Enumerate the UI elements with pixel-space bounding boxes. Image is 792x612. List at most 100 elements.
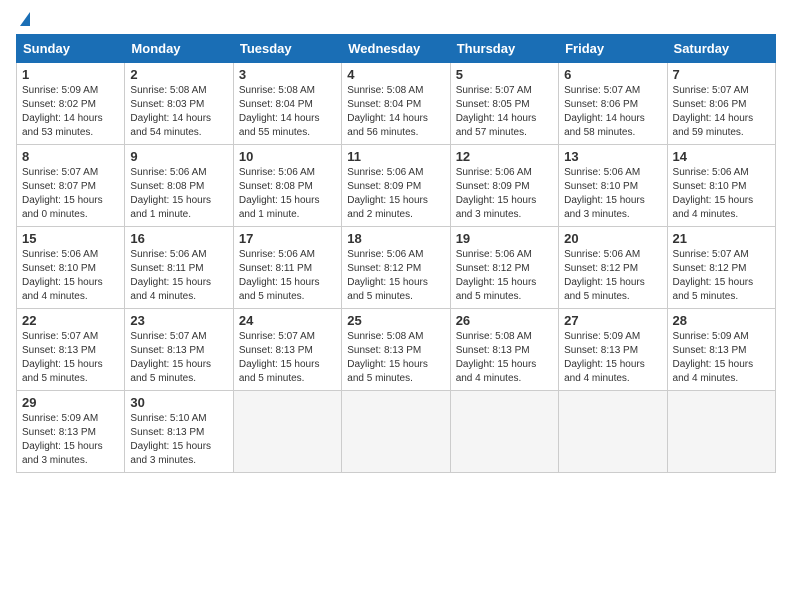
day-number: 13: [564, 149, 661, 164]
day-info: Sunrise: 5:09 AM Sunset: 8:13 PM Dayligh…: [22, 412, 119, 468]
calendar-day-cell: 11 Sunrise: 5:06 AM Sunset: 8:09 PM Dayli…: [342, 145, 450, 227]
calendar-day-cell: 18 Sunrise: 5:06 AM Sunset: 8:12 PM Dayli…: [342, 227, 450, 309]
day-info: Sunrise: 5:07 AM Sunset: 8:13 PM Dayligh…: [22, 330, 119, 386]
logo-triangle-icon: [20, 12, 30, 26]
calendar-day-cell: 8 Sunrise: 5:07 AM Sunset: 8:07 PM Daylig…: [17, 145, 125, 227]
calendar-day-cell: 29 Sunrise: 5:09 AM Sunset: 8:13 PM Dayli…: [17, 391, 125, 473]
day-info: Sunrise: 5:06 AM Sunset: 8:10 PM Dayligh…: [564, 166, 661, 222]
day-number: 1: [22, 67, 119, 82]
day-number: 4: [347, 67, 444, 82]
calendar-day-cell: 21Sunrise: 5:07 AM Sunset: 8:12 PM Dayli…: [667, 227, 775, 309]
calendar-day-cell: [559, 391, 667, 473]
day-info: Sunrise: 5:06 AM Sunset: 8:09 PM Dayligh…: [456, 166, 553, 222]
day-number: 2: [130, 67, 227, 82]
day-number: 17: [239, 231, 336, 246]
day-info: Sunrise: 5:07 AM Sunset: 8:06 PM Dayligh…: [564, 84, 661, 140]
day-info: Sunrise: 5:06 AM Sunset: 8:11 PM Dayligh…: [239, 248, 336, 304]
day-of-week-header: Saturday: [667, 35, 775, 63]
calendar-day-cell: 15 Sunrise: 5:06 AM Sunset: 8:10 PM Dayli…: [17, 227, 125, 309]
day-info: Sunrise: 5:07 AM Sunset: 8:13 PM Dayligh…: [239, 330, 336, 386]
day-info: Sunrise: 5:10 AM Sunset: 8:13 PM Dayligh…: [130, 412, 227, 468]
calendar-week-row: 8 Sunrise: 5:07 AM Sunset: 8:07 PM Daylig…: [17, 145, 776, 227]
calendar-header-row: SundayMondayTuesdayWednesdayThursdayFrid…: [17, 35, 776, 63]
day-info: Sunrise: 5:08 AM Sunset: 8:03 PM Dayligh…: [130, 84, 227, 140]
day-info: Sunrise: 5:07 AM Sunset: 8:13 PM Dayligh…: [130, 330, 227, 386]
day-number: 14: [673, 149, 770, 164]
day-info: Sunrise: 5:07 AM Sunset: 8:07 PM Dayligh…: [22, 166, 119, 222]
day-info: Sunrise: 5:08 AM Sunset: 8:04 PM Dayligh…: [239, 84, 336, 140]
calendar-body: 1Sunrise: 5:09 AM Sunset: 8:02 PM Daylig…: [17, 63, 776, 473]
day-info: Sunrise: 5:07 AM Sunset: 8:05 PM Dayligh…: [456, 84, 553, 140]
calendar-day-cell: 27 Sunrise: 5:09 AM Sunset: 8:13 PM Dayli…: [559, 309, 667, 391]
day-number: 10: [239, 149, 336, 164]
day-info: Sunrise: 5:06 AM Sunset: 8:09 PM Dayligh…: [347, 166, 444, 222]
day-number: 28: [673, 313, 770, 328]
day-number: 25: [347, 313, 444, 328]
calendar-day-cell: 6 Sunrise: 5:07 AM Sunset: 8:06 PM Daylig…: [559, 63, 667, 145]
calendar-day-cell: 2 Sunrise: 5:08 AM Sunset: 8:03 PM Daylig…: [125, 63, 233, 145]
day-info: Sunrise: 5:08 AM Sunset: 8:13 PM Dayligh…: [456, 330, 553, 386]
day-number: 29: [22, 395, 119, 410]
calendar-day-cell: 19Sunrise: 5:06 AM Sunset: 8:12 PM Dayli…: [450, 227, 558, 309]
calendar-day-cell: 25 Sunrise: 5:08 AM Sunset: 8:13 PM Dayli…: [342, 309, 450, 391]
day-info: Sunrise: 5:06 AM Sunset: 8:08 PM Dayligh…: [239, 166, 336, 222]
calendar-day-cell: 17 Sunrise: 5:06 AM Sunset: 8:11 PM Dayli…: [233, 227, 341, 309]
calendar-day-cell: 30 Sunrise: 5:10 AM Sunset: 8:13 PM Dayli…: [125, 391, 233, 473]
day-info: Sunrise: 5:06 AM Sunset: 8:12 PM Dayligh…: [347, 248, 444, 304]
day-number: 23: [130, 313, 227, 328]
calendar-day-cell: 1Sunrise: 5:09 AM Sunset: 8:02 PM Daylig…: [17, 63, 125, 145]
page-header: [16, 16, 776, 26]
day-number: 8: [22, 149, 119, 164]
calendar-day-cell: 5 Sunrise: 5:07 AM Sunset: 8:05 PM Daylig…: [450, 63, 558, 145]
day-info: Sunrise: 5:07 AM Sunset: 8:12 PM Dayligh…: [673, 248, 770, 304]
day-number: 6: [564, 67, 661, 82]
calendar-day-cell: [233, 391, 341, 473]
calendar-day-cell: 7 Sunrise: 5:07 AM Sunset: 8:06 PM Daylig…: [667, 63, 775, 145]
day-number: 15: [22, 231, 119, 246]
day-info: Sunrise: 5:07 AM Sunset: 8:06 PM Dayligh…: [673, 84, 770, 140]
day-number: 7: [673, 67, 770, 82]
calendar-week-row: 15 Sunrise: 5:06 AM Sunset: 8:10 PM Dayli…: [17, 227, 776, 309]
calendar-day-cell: 23 Sunrise: 5:07 AM Sunset: 8:13 PM Dayli…: [125, 309, 233, 391]
calendar-week-row: 22Sunrise: 5:07 AM Sunset: 8:13 PM Dayli…: [17, 309, 776, 391]
calendar-day-cell: 26 Sunrise: 5:08 AM Sunset: 8:13 PM Dayli…: [450, 309, 558, 391]
day-info: Sunrise: 5:06 AM Sunset: 8:10 PM Dayligh…: [22, 248, 119, 304]
day-info: Sunrise: 5:08 AM Sunset: 8:04 PM Dayligh…: [347, 84, 444, 140]
day-of-week-header: Friday: [559, 35, 667, 63]
calendar-day-cell: [450, 391, 558, 473]
day-info: Sunrise: 5:09 AM Sunset: 8:13 PM Dayligh…: [673, 330, 770, 386]
day-number: 27: [564, 313, 661, 328]
day-number: 19: [456, 231, 553, 246]
calendar-day-cell: 22Sunrise: 5:07 AM Sunset: 8:13 PM Dayli…: [17, 309, 125, 391]
calendar-day-cell: 20Sunrise: 5:06 AM Sunset: 8:12 PM Dayli…: [559, 227, 667, 309]
day-number: 11: [347, 149, 444, 164]
calendar-day-cell: 3Sunrise: 5:08 AM Sunset: 8:04 PM Daylig…: [233, 63, 341, 145]
day-number: 16: [130, 231, 227, 246]
day-info: Sunrise: 5:09 AM Sunset: 8:13 PM Dayligh…: [564, 330, 661, 386]
logo: [16, 16, 30, 26]
calendar-day-cell: 12 Sunrise: 5:06 AM Sunset: 8:09 PM Dayli…: [450, 145, 558, 227]
calendar-table: SundayMondayTuesdayWednesdayThursdayFrid…: [16, 34, 776, 473]
day-number: 5: [456, 67, 553, 82]
day-of-week-header: Thursday: [450, 35, 558, 63]
day-number: 20: [564, 231, 661, 246]
day-number: 26: [456, 313, 553, 328]
calendar-day-cell: 28 Sunrise: 5:09 AM Sunset: 8:13 PM Dayli…: [667, 309, 775, 391]
day-number: 18: [347, 231, 444, 246]
day-of-week-header: Monday: [125, 35, 233, 63]
calendar-day-cell: [667, 391, 775, 473]
calendar-day-cell: 4 Sunrise: 5:08 AM Sunset: 8:04 PM Daylig…: [342, 63, 450, 145]
day-number: 24: [239, 313, 336, 328]
day-info: Sunrise: 5:08 AM Sunset: 8:13 PM Dayligh…: [347, 330, 444, 386]
day-number: 12: [456, 149, 553, 164]
day-of-week-header: Tuesday: [233, 35, 341, 63]
calendar-day-cell: [342, 391, 450, 473]
calendar-day-cell: 13 Sunrise: 5:06 AM Sunset: 8:10 PM Dayli…: [559, 145, 667, 227]
calendar-week-row: 1Sunrise: 5:09 AM Sunset: 8:02 PM Daylig…: [17, 63, 776, 145]
calendar-day-cell: 14 Sunrise: 5:06 AM Sunset: 8:10 PM Dayli…: [667, 145, 775, 227]
calendar-day-cell: 10 Sunrise: 5:06 AM Sunset: 8:08 PM Dayli…: [233, 145, 341, 227]
day-number: 30: [130, 395, 227, 410]
day-info: Sunrise: 5:06 AM Sunset: 8:08 PM Dayligh…: [130, 166, 227, 222]
calendar-day-cell: 9Sunrise: 5:06 AM Sunset: 8:08 PM Daylig…: [125, 145, 233, 227]
day-info: Sunrise: 5:06 AM Sunset: 8:10 PM Dayligh…: [673, 166, 770, 222]
